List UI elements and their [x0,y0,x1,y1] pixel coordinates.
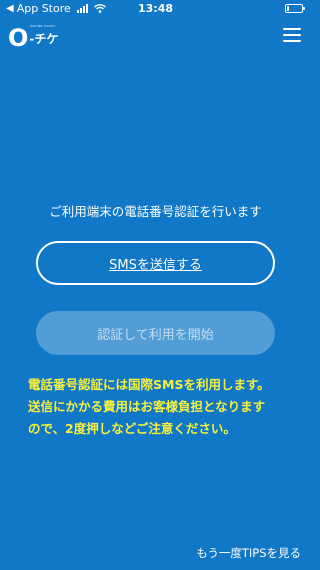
app-logo: ONLINE TICKET O -チケ [8,24,59,52]
hamburger-icon[interactable] [283,28,301,44]
battery-level [287,6,289,11]
battery-icon [285,4,305,13]
logo-kana: -チケ [29,31,59,46]
instruction-text: ご利用端末の電話番号認証を行います [49,204,262,219]
verify-and-start-button: 認証して利用を開始 [36,311,275,355]
status-bar: ◀ App Store 13:48 [0,0,311,18]
notice-line: 送信にかかる費用はお客様負担となります [28,399,266,414]
app-header: ONLINE TICKET O -チケ [0,22,311,54]
show-tips-link[interactable]: もう一度TIPSを見る [196,545,301,561]
send-sms-button[interactable]: SMSを送信する [36,241,275,285]
notice-line: ので、2度押しなどご注意ください。 [28,421,236,436]
sms-cost-notice: 電話番号認証には国際SMSを利用します。 送信にかかる費用はお客様負担となります… [28,374,298,440]
notice-line: 電話番号認証には国際SMSを利用します。 [28,377,270,392]
logo-tagline: ONLINE TICKET [30,24,56,28]
logo-letter: O [8,24,29,52]
status-time: 13:48 [137,2,173,15]
